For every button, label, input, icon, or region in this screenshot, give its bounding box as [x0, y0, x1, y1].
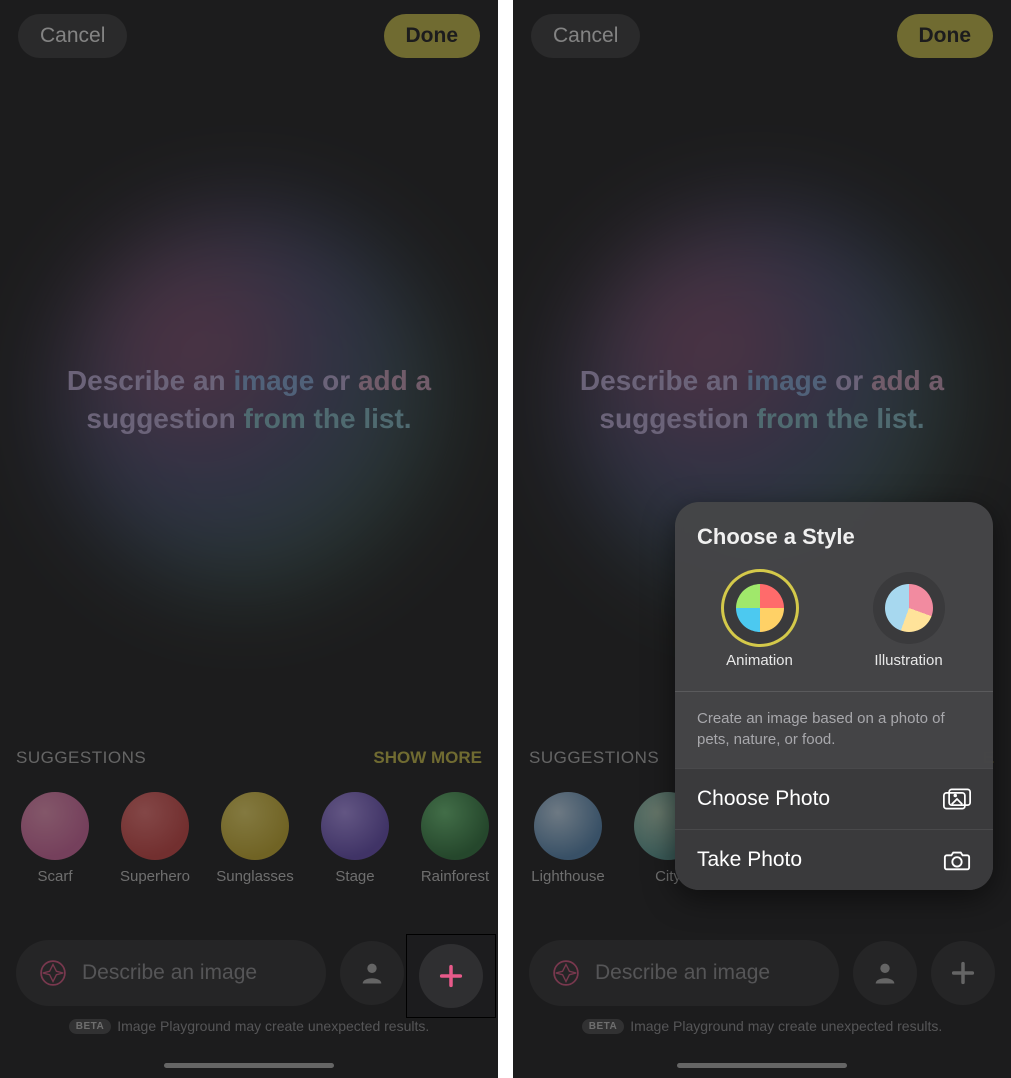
prompt-placeholder: Describe an image — [595, 961, 770, 985]
popover-title: Choose a Style — [675, 502, 993, 564]
chip-thumb — [321, 792, 389, 860]
plus-icon — [949, 959, 977, 987]
footer-note: BETA Image Playground may create unexpec… — [513, 1018, 1011, 1034]
camera-icon — [943, 848, 971, 872]
suggestion-chip[interactable]: Lighthouse — [529, 792, 607, 885]
choose-photo-button[interactable]: Choose Photo — [675, 768, 993, 829]
show-more-button[interactable]: SHOW MORE — [373, 748, 482, 768]
input-row: Describe an image — [529, 940, 995, 1006]
style-thumb — [724, 572, 796, 644]
chip-thumb — [121, 792, 189, 860]
add-button-highlighted[interactable] — [419, 944, 483, 1008]
prompt-input[interactable]: Describe an image — [16, 940, 326, 1006]
done-button[interactable]: Done — [897, 14, 994, 58]
suggestions-row[interactable]: Scarf Superhero Sunglasses Stage Rainfor… — [16, 792, 498, 885]
suggestion-chip[interactable]: Scarf — [16, 792, 94, 885]
screenshot-right: Cancel Done Describe an image or add a s… — [513, 0, 1011, 1078]
suggestion-chip[interactable]: Rainforest — [416, 792, 494, 885]
person-button[interactable] — [340, 941, 404, 1005]
home-indicator[interactable] — [677, 1063, 847, 1068]
footer-note: BETA Image Playground may create unexpec… — [0, 1018, 498, 1034]
chip-thumb — [534, 792, 602, 860]
suggestion-chip[interactable]: Sunglasses — [216, 792, 294, 885]
take-photo-button[interactable]: Take Photo — [675, 829, 993, 890]
style-popover: Choose a Style Animation Illustration Cr… — [675, 502, 993, 890]
home-indicator[interactable] — [164, 1063, 334, 1068]
person-icon — [358, 959, 386, 987]
person-icon — [871, 959, 899, 987]
style-option-animation[interactable]: Animation — [724, 572, 796, 669]
sparkle-icon — [36, 956, 70, 990]
cancel-button[interactable]: Cancel — [18, 14, 127, 58]
screenshot-divider — [498, 0, 513, 1078]
highlight-add-button — [406, 934, 496, 1018]
done-button[interactable]: Done — [384, 14, 481, 58]
screenshot-left: Cancel Done Describe an image or add a s… — [0, 0, 498, 1078]
beta-badge: BETA — [582, 1019, 624, 1034]
chip-thumb — [421, 792, 489, 860]
suggestions-label: SUGGESTIONS — [529, 748, 659, 768]
style-option-illustration[interactable]: Illustration — [873, 572, 945, 669]
person-button[interactable] — [853, 941, 917, 1005]
plus-icon — [437, 962, 465, 990]
style-options: Animation Illustration — [675, 564, 993, 687]
beta-badge: BETA — [69, 1019, 111, 1034]
chip-thumb — [21, 792, 89, 860]
suggestion-chip[interactable]: Stage — [316, 792, 394, 885]
image-canvas: Describe an image or add a suggestion fr… — [40, 120, 458, 680]
sparkle-icon — [549, 956, 583, 990]
prompt-placeholder: Describe an image — [82, 961, 257, 985]
chip-thumb — [221, 792, 289, 860]
popover-description: Create an image based on a photo of pets… — [675, 692, 993, 768]
suggestions-label: SUGGESTIONS — [16, 748, 146, 768]
prompt-input[interactable]: Describe an image — [529, 940, 839, 1006]
cancel-button[interactable]: Cancel — [531, 14, 640, 58]
canvas-hint: Describe an image or add a suggestion fr… — [67, 362, 431, 438]
suggestions-header: SUGGESTIONS SHOW MORE — [16, 748, 482, 768]
suggestion-chip[interactable]: Superhero — [116, 792, 194, 885]
top-bar: Cancel Done — [0, 14, 498, 58]
canvas-hint: Describe an image or add a suggestion fr… — [580, 362, 944, 438]
photos-icon — [943, 787, 971, 811]
top-bar: Cancel Done — [513, 14, 1011, 58]
add-button[interactable] — [931, 941, 995, 1005]
popover-actions: Choose Photo Take Photo — [675, 768, 993, 890]
style-thumb — [873, 572, 945, 644]
